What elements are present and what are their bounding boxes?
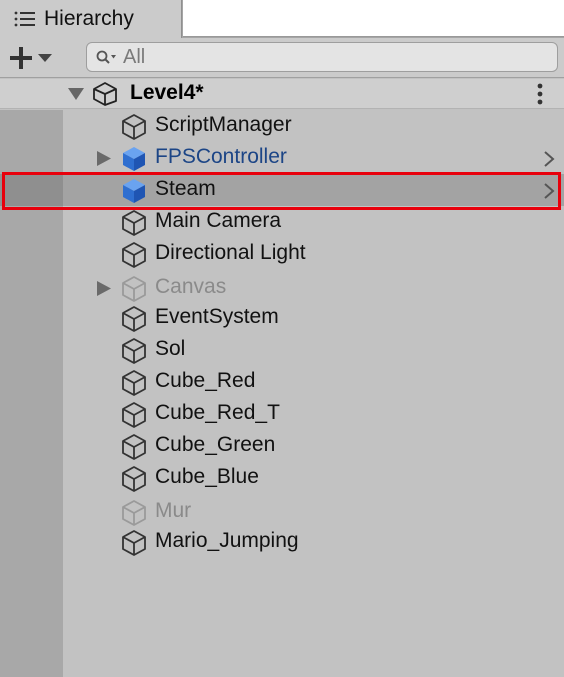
hierarchy-row[interactable]: Cube_Blue — [0, 462, 564, 494]
tab-bar: Hierarchy — [0, 0, 564, 38]
gameobject-cube-icon — [122, 500, 146, 526]
expand-arrow-icon[interactable] — [96, 151, 112, 166]
create-button[interactable] — [8, 44, 66, 72]
plus-icon — [10, 47, 32, 69]
hierarchy-row[interactable]: Cube_Red_T — [0, 398, 564, 430]
hierarchy-item-label: Cube_Blue — [155, 465, 259, 488]
hierarchy-item-label: Canvas — [155, 275, 227, 298]
hierarchy-row[interactable]: ScriptManager — [0, 110, 564, 142]
hierarchy-row[interactable]: Mario_Jumping — [0, 526, 564, 558]
hierarchy-row[interactable]: EventSystem — [0, 302, 564, 334]
open-prefab-chevron-icon[interactable] — [543, 150, 555, 168]
hierarchy-item-label: Sol — [155, 337, 186, 360]
tab-hierarchy[interactable]: Hierarchy — [0, 0, 182, 38]
hierarchy-row[interactable]: Cube_Green — [0, 430, 564, 462]
hierarchy-item-label: Cube_Green — [155, 433, 276, 456]
hierarchy-item-label: ScriptManager — [155, 113, 292, 136]
hierarchy-item-label: Main Camera — [155, 209, 282, 232]
caret-down-icon — [38, 54, 52, 62]
gameobject-cube-icon — [122, 370, 146, 396]
toolbar — [0, 38, 564, 78]
gameobject-cube-icon — [122, 242, 146, 268]
hierarchy-item-label: Cube_Red_T — [155, 401, 280, 424]
tab-label: Hierarchy — [44, 7, 134, 30]
search-icon — [96, 50, 116, 64]
gameobject-cube-icon — [122, 210, 146, 236]
hierarchy-item-label: FPSController — [155, 145, 287, 168]
gameobject-cube-icon — [122, 114, 146, 140]
hierarchy-item-label: Mario_Jumping — [155, 529, 299, 552]
scene-name: Level4* — [130, 81, 204, 104]
gameobject-cube-icon — [122, 338, 146, 364]
gameobject-cube-icon — [122, 434, 146, 460]
gameobject-cube-icon — [122, 402, 146, 428]
hierarchy-row[interactable]: Mur — [0, 496, 564, 528]
list-icon — [14, 11, 35, 27]
hierarchy-row[interactable]: Cube_Red — [0, 366, 564, 398]
hierarchy-row[interactable]: Main Camera — [0, 206, 564, 238]
selection-highlight-box — [2, 172, 561, 210]
kebab-menu-icon[interactable] — [534, 82, 546, 106]
search-field[interactable] — [86, 42, 558, 72]
hierarchy-item-label: EventSystem — [155, 305, 279, 328]
search-input[interactable] — [123, 45, 523, 69]
hierarchy-item-label: Cube_Red — [155, 369, 256, 392]
gameobject-cube-icon — [122, 276, 146, 302]
hierarchy-item-label: Mur — [155, 499, 192, 522]
prefab-cube-icon — [123, 147, 145, 171]
gameobject-cube-icon — [122, 306, 146, 332]
gameobject-cube-icon — [122, 530, 146, 556]
scene-header[interactable]: Level4* — [0, 79, 564, 109]
hierarchy-row[interactable]: FPSController — [0, 142, 564, 174]
hierarchy-item-label: Directional Light — [155, 241, 306, 264]
hierarchy-row[interactable]: Sol — [0, 334, 564, 366]
expand-arrow-icon[interactable] — [96, 281, 112, 296]
hierarchy-row[interactable]: Canvas — [0, 272, 564, 304]
unity-scene-icon — [93, 82, 117, 106]
hierarchy-row[interactable]: Directional Light — [0, 238, 564, 270]
expand-triangle-icon[interactable] — [68, 87, 84, 101]
tab-empty-area — [183, 0, 564, 37]
gameobject-cube-icon — [122, 466, 146, 492]
